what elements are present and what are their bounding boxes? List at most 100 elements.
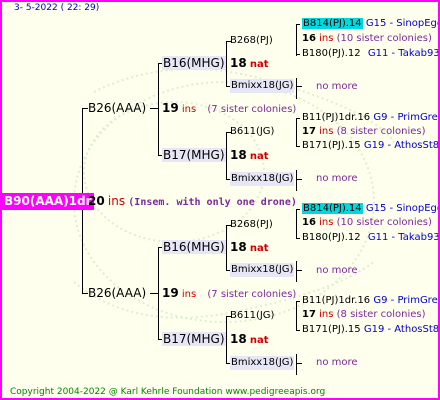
connector-line xyxy=(296,24,297,54)
connector-line xyxy=(296,54,300,55)
ggp-b268[interactable]: B268(PJ) xyxy=(230,218,273,232)
gggp-line-1[interactable]: B814(PJ).14 G15 - SinopEgg86R xyxy=(302,17,438,31)
ggp-ins: ins xyxy=(319,217,334,228)
ggp-ins: ins xyxy=(319,309,334,320)
ggp-number: 16 xyxy=(302,33,316,44)
connector-line xyxy=(296,238,300,239)
parent-top[interactable]: B26(AAA) xyxy=(88,101,146,115)
connector-line xyxy=(296,118,297,147)
parent-bottom-ins: ins xyxy=(181,289,197,300)
root-note: (Insem. with only one drone) xyxy=(128,197,297,208)
ggp-bmixx[interactable]: Bmixx18(JG) xyxy=(230,356,295,370)
grandparent-top-b16[interactable]: B16(MHG) xyxy=(162,56,226,70)
gp-nat: nat xyxy=(249,151,269,162)
ggp-b611[interactable]: B611(JG) xyxy=(230,125,274,139)
connector-line xyxy=(296,179,302,180)
gggp-ref: G15 - SinopEgg86R xyxy=(365,203,438,214)
parent-top-ins: ins xyxy=(181,104,197,115)
ggp-ins: ins xyxy=(319,126,334,137)
gggp-id: B814(PJ).14 xyxy=(302,18,363,29)
gggp-id: B180(PJ).12 xyxy=(302,232,361,243)
connector-line xyxy=(296,301,297,331)
connector-line xyxy=(296,209,297,239)
connector-line xyxy=(296,24,300,25)
grandparent-top-b17-info: 18 nat xyxy=(230,148,269,164)
parent-top-note: (7 sister colonies) xyxy=(207,104,297,115)
ggp-bmixx[interactable]: Bmixx18(JG) xyxy=(230,172,295,186)
gp-number: 18 xyxy=(230,332,247,346)
parent-bottom[interactable]: B26(AAA) xyxy=(88,286,146,300)
date-stamp: 3- 5-2022 ( 22: 29) xyxy=(14,3,100,13)
connector-line xyxy=(296,170,297,191)
ggp-b268[interactable]: B268(PJ) xyxy=(230,34,273,48)
ggp-bmixx[interactable]: Bmixx18(JG) xyxy=(230,79,295,93)
gggp-ref: G11 - Takab93R xyxy=(367,232,440,243)
connector-line xyxy=(296,118,300,119)
gggp-ref: G19 - AthosSt80R xyxy=(363,140,440,151)
ggp-note: (8 sister colonies) xyxy=(336,126,426,137)
ggp-ins: ins xyxy=(319,33,334,44)
grandparent-bottom-b17[interactable]: B17(MHG) xyxy=(162,332,226,346)
gggp-line-2[interactable]: B171(PJ).15 G19 - AthosSt80R xyxy=(302,139,440,153)
parent-top-info: 19 ins (7 sister colonies) xyxy=(162,101,296,117)
parent-top-number: 19 xyxy=(162,101,179,115)
gggp-ref: G9 - PrimGreen00 xyxy=(373,112,438,123)
ggp-note: (8 sister colonies) xyxy=(336,309,426,320)
ggp-b611[interactable]: B611(JG) xyxy=(230,309,274,323)
connector-line xyxy=(296,146,300,147)
gggp-line-info: 17 ins (8 sister colonies) xyxy=(302,125,426,139)
grandparent-bottom-b17-info: 18 nat xyxy=(230,332,269,348)
grandparent-top-b17[interactable]: B17(MHG) xyxy=(162,148,226,162)
root-info: 20 ins (Insem. with only one drone) xyxy=(88,194,297,210)
gggp-line-1[interactable]: B11(PJ)1dr.16 G9 - PrimGreen00 xyxy=(302,111,438,125)
ggp-number: 17 xyxy=(302,126,316,137)
gggp-id: B11(PJ)1dr.16 xyxy=(302,295,371,306)
gggp-line-2[interactable]: B171(PJ).15 G19 - AthosSt80R xyxy=(302,323,440,337)
gggp-ref: G9 - PrimGreen00 xyxy=(373,295,438,306)
connector-line xyxy=(158,247,159,340)
gp-nat: nat xyxy=(249,243,269,254)
connector-line xyxy=(226,132,227,179)
gggp-line-1[interactable]: B11(PJ)1dr.16 G9 - PrimGreen00 xyxy=(302,294,438,308)
gggp-line-info: 17 ins (8 sister colonies) xyxy=(302,308,426,322)
gp-nat: nat xyxy=(249,335,269,346)
gp-number: 18 xyxy=(230,56,247,70)
connector-line xyxy=(226,41,227,86)
parent-bottom-note: (7 sister colonies) xyxy=(207,289,297,300)
no-more-label: no more xyxy=(316,81,358,92)
connector-line xyxy=(296,301,300,302)
gp-nat: nat xyxy=(249,59,269,70)
parent-bottom-info: 19 ins (7 sister colonies) xyxy=(162,286,296,302)
connector-line xyxy=(296,270,302,271)
gggp-line-2[interactable]: B180(PJ).12 G11 - Takab93R xyxy=(302,231,440,245)
grandparent-bottom-b16[interactable]: B16(MHG) xyxy=(162,240,226,254)
gggp-line-1[interactable]: B814(PJ).14 G15 - SinopEgg86R xyxy=(302,202,438,216)
gp-number: 18 xyxy=(230,148,247,162)
connector-line xyxy=(296,330,300,331)
no-more-label: no more xyxy=(316,265,358,276)
connector-line xyxy=(296,86,302,87)
connector-line xyxy=(150,293,158,294)
ggp-note: (10 sister colonies) xyxy=(336,33,432,44)
no-more-label: no more xyxy=(316,173,358,184)
ggp-bmixx[interactable]: Bmixx18(JG) xyxy=(230,263,295,277)
gggp-line-2[interactable]: B180(PJ).12 G11 - Takab93R xyxy=(302,47,438,61)
gggp-ref: G15 - SinopEgg86R xyxy=(365,18,438,29)
gggp-id: B171(PJ).15 xyxy=(302,324,361,335)
connector-line xyxy=(150,108,158,109)
gggp-id: B171(PJ).15 xyxy=(302,140,361,151)
parent-bottom-number: 19 xyxy=(162,286,179,300)
gggp-line-info: 16 ins (10 sister colonies) xyxy=(302,32,432,46)
gggp-ref: G19 - AthosSt80R xyxy=(363,324,440,335)
connector-line xyxy=(226,225,227,270)
ggp-note: (10 sister colonies) xyxy=(336,217,432,228)
gp-number: 18 xyxy=(230,240,247,254)
gggp-id: B814(PJ).14 xyxy=(302,203,363,214)
copyright-footer: Copyright 2004-2022 @ Karl Kehrle Founda… xyxy=(10,387,326,397)
connector-line xyxy=(296,261,297,282)
connector-line xyxy=(296,363,302,364)
connector-line xyxy=(158,63,159,155)
root-queen[interactable]: B90(AAA)1dr xyxy=(2,193,94,210)
grandparent-top-b16-info: 18 nat xyxy=(230,56,269,72)
root-number: 20 xyxy=(88,194,105,208)
